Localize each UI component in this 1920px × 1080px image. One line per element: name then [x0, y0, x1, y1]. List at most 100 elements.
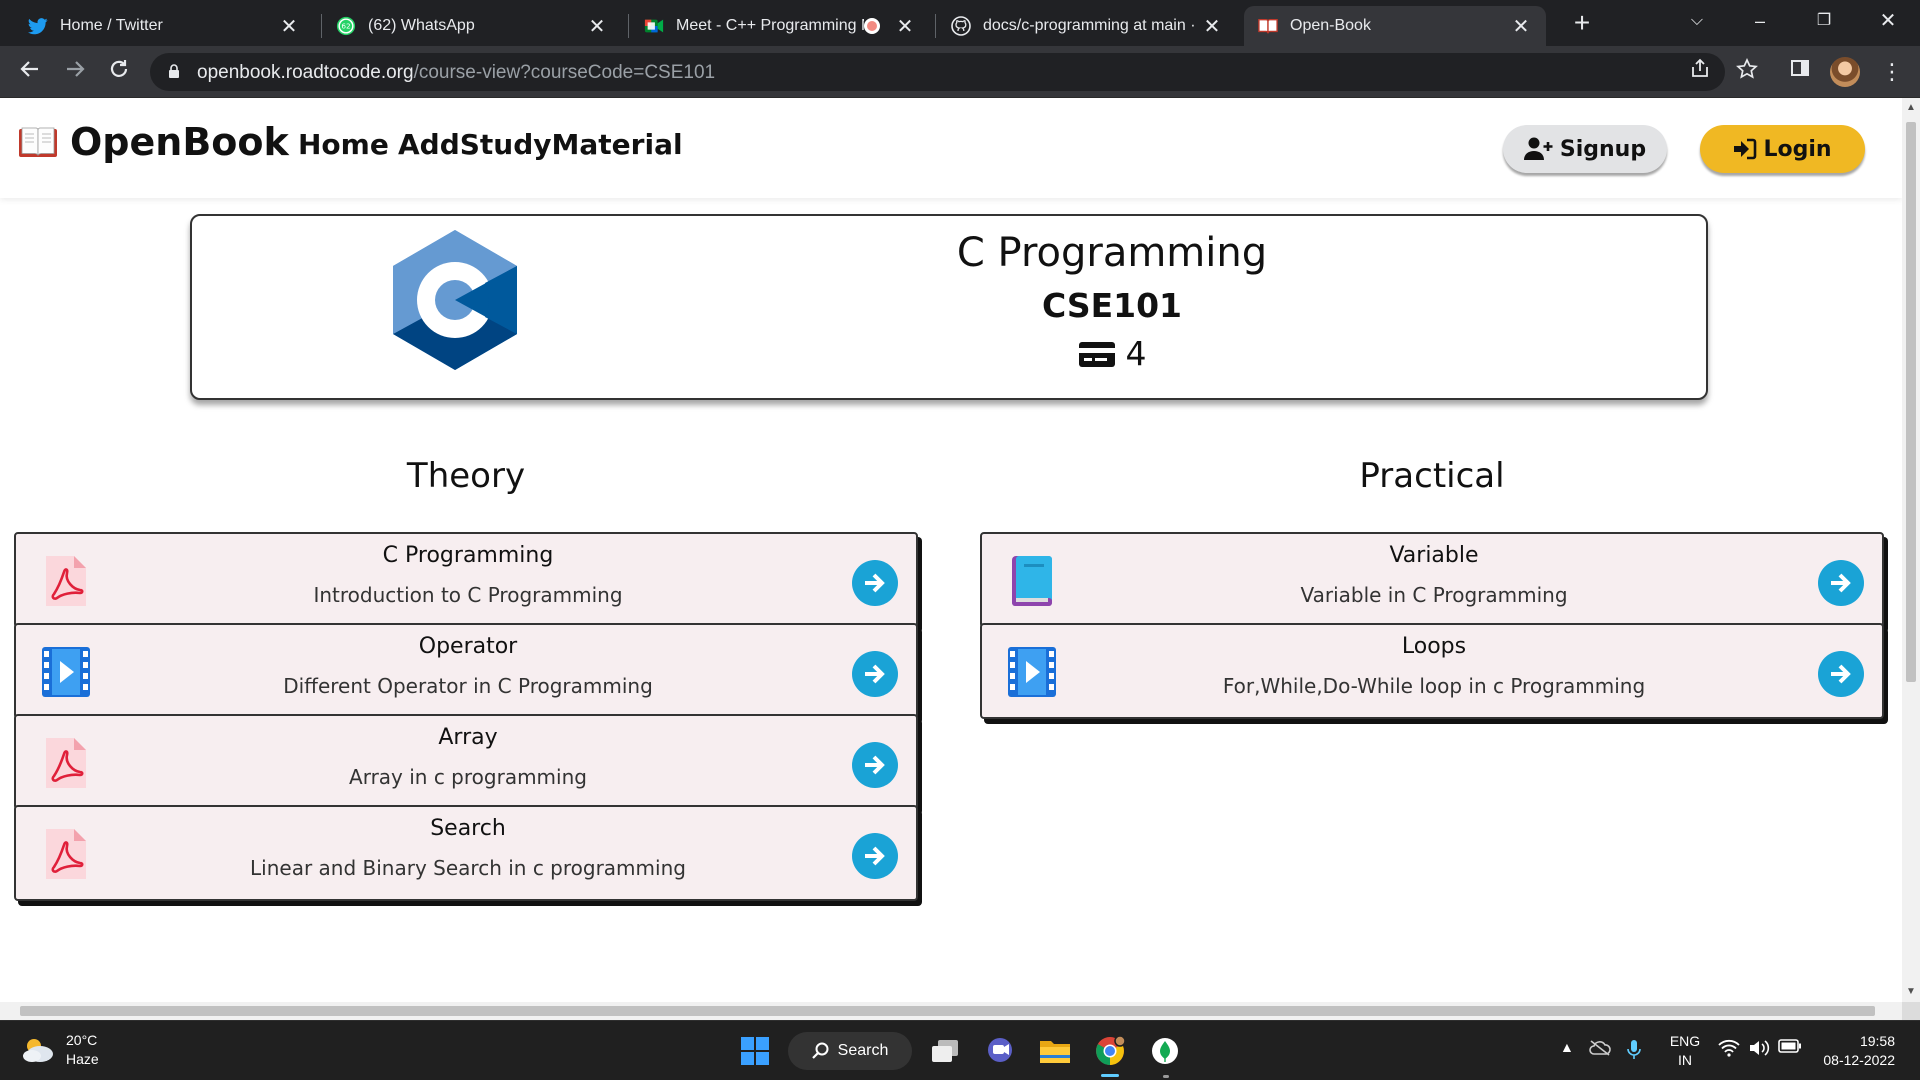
card-title: Operator — [418, 634, 518, 659]
tab-title: Home / Twitter — [60, 17, 163, 34]
c-language-logo — [389, 228, 521, 372]
tab-title: Open-Book — [1290, 17, 1371, 34]
tab-google-meet[interactable]: Meet - C++ Programming N ✕ — [630, 6, 930, 46]
site-navbar: OpenBook Home AddStudyMaterial Signup Lo… — [0, 98, 1902, 198]
credit-card-icon — [1078, 341, 1115, 367]
address-bar[interactable]: openbook.roadtocode.org/course-view?cour… — [150, 53, 1725, 91]
windows-logo-icon — [741, 1037, 769, 1065]
minimize-button[interactable]: – — [1740, 6, 1780, 36]
weather-widget[interactable]: 20°C Haze — [20, 1031, 99, 1069]
google-meet-icon — [644, 16, 664, 36]
bookmark-star-icon[interactable] — [1733, 57, 1761, 86]
side-panel-icon[interactable] — [1786, 58, 1814, 86]
theory-heading: Theory — [406, 456, 526, 496]
teams-chat-icon[interactable] — [982, 1033, 1018, 1069]
weather-condition: Haze — [66, 1051, 99, 1067]
horizontal-scroll-thumb[interactable] — [20, 1006, 1875, 1016]
theory-card-search[interactable]: Search Linear and Binary Search in c pro… — [14, 805, 918, 901]
vertical-scroll-thumb[interactable] — [1906, 122, 1916, 682]
signup-label: Signup — [1559, 136, 1647, 162]
login-button[interactable]: Login — [1700, 125, 1865, 173]
scroll-corner — [1902, 1002, 1920, 1020]
practical-heading: Practical — [1359, 456, 1505, 496]
brand[interactable]: OpenBook — [18, 120, 289, 164]
taskbar-search-label: Search — [837, 1042, 889, 1059]
weather-temp: 20°C — [66, 1032, 98, 1048]
credits-value: 4 — [1125, 334, 1147, 373]
microphone-icon[interactable] — [1627, 1039, 1641, 1066]
search-icon — [811, 1042, 829, 1059]
whatsapp-icon: 62 — [336, 16, 356, 36]
tab-close-icon[interactable]: ✕ — [894, 14, 916, 39]
battery-icon[interactable] — [1778, 1039, 1802, 1058]
signup-button[interactable]: Signup — [1503, 125, 1667, 173]
card-title: Loops — [1401, 634, 1467, 659]
volume-icon[interactable] — [1748, 1039, 1770, 1062]
arrow-right-icon — [865, 573, 885, 593]
practical-card-variable[interactable]: Variable Variable in C Programming — [980, 532, 1884, 628]
tab-twitter[interactable]: Home / Twitter ✕ — [14, 6, 314, 46]
share-icon[interactable] — [1686, 58, 1714, 86]
system-clock[interactable]: 19:58 08-12-2022 — [1815, 1032, 1895, 1070]
sign-in-icon — [1734, 138, 1757, 160]
scroll-down-arrow-icon[interactable]: ▼ — [1906, 986, 1916, 997]
windows-taskbar: 20°C Haze Search ▲ ENG IN 19:58 08-12-20… — [0, 1020, 1920, 1080]
chrome-taskbar-icon[interactable] — [1092, 1033, 1128, 1069]
theory-card-array[interactable]: Array Array in c programming — [14, 714, 918, 810]
card-title: Search — [430, 816, 506, 841]
github-icon — [951, 16, 971, 36]
tab-github[interactable]: docs/c-programming at main · r ✕ — [937, 6, 1237, 46]
open-arrow-button[interactable] — [852, 651, 898, 697]
onedrive-offline-icon[interactable] — [1588, 1039, 1612, 1062]
card-subtitle: For,While,Do-While loop in c Programming — [1222, 674, 1646, 698]
recording-icon — [864, 18, 880, 34]
tab-close-icon[interactable]: ✕ — [1201, 14, 1223, 39]
back-button[interactable] — [16, 58, 44, 86]
open-arrow-button[interactable] — [852, 560, 898, 606]
start-button[interactable] — [737, 1033, 773, 1069]
open-arrow-button[interactable] — [852, 833, 898, 879]
nav-home-link[interactable]: Home — [298, 128, 389, 161]
lock-icon — [168, 64, 180, 78]
reload-button[interactable] — [105, 58, 133, 86]
arrow-right-icon — [865, 846, 885, 866]
language-indicator[interactable]: ENG IN — [1668, 1032, 1702, 1070]
tab-close-icon[interactable]: ✕ — [278, 14, 300, 39]
vertical-scrollbar[interactable]: ▲ ▼ — [1902, 98, 1920, 1002]
tab-close-icon[interactable]: ✕ — [586, 14, 608, 39]
file-explorer-icon[interactable] — [1037, 1033, 1073, 1069]
taskbar-search[interactable]: Search — [788, 1032, 912, 1070]
task-view-icon[interactable] — [927, 1033, 963, 1069]
mongodb-compass-icon[interactable] — [1147, 1033, 1183, 1069]
region-code: IN — [1678, 1052, 1692, 1068]
scroll-up-arrow-icon[interactable]: ▲ — [1906, 102, 1916, 113]
tab-separator — [935, 14, 936, 38]
tab-close-icon[interactable]: ✕ — [1510, 14, 1532, 39]
tab-whatsapp[interactable]: 62 (62) WhatsApp ✕ — [322, 6, 622, 46]
practical-card-loops[interactable]: Loops For,While,Do-While loop in c Progr… — [980, 623, 1884, 719]
open-arrow-button[interactable] — [1818, 560, 1864, 606]
browser-menu-icon[interactable]: ⋮ — [1878, 58, 1906, 86]
mongodb-running-indicator — [1163, 1075, 1169, 1078]
profile-avatar[interactable] — [1830, 57, 1860, 87]
wifi-icon[interactable] — [1718, 1039, 1740, 1062]
restore-button[interactable]: ❐ — [1804, 6, 1844, 36]
open-arrow-button[interactable] — [1818, 651, 1864, 697]
theory-card-operator[interactable]: Operator Different Operator in C Program… — [14, 623, 918, 719]
forward-button[interactable] — [61, 58, 89, 86]
arrow-right-icon — [865, 664, 885, 684]
nav-add-study-material-link[interactable]: AddStudyMaterial — [398, 128, 683, 161]
new-tab-button[interactable]: + — [1566, 8, 1598, 40]
web-page: OpenBook Home AddStudyMaterial Signup Lo… — [0, 98, 1902, 1002]
arrow-right-icon — [1831, 573, 1851, 593]
theory-card-c-programming[interactable]: C Programming Introduction to C Programm… — [14, 532, 918, 628]
card-subtitle: Array in c programming — [349, 765, 587, 789]
close-window-button[interactable]: ✕ — [1868, 6, 1908, 36]
open-arrow-button[interactable] — [852, 742, 898, 788]
course-credits: 4 — [832, 334, 1392, 373]
tab-open-book[interactable]: Open-Book ✕ — [1244, 6, 1546, 46]
tab-search-chevron-icon[interactable]: ⌵ — [1677, 6, 1717, 36]
clock-date: 08-12-2022 — [1823, 1052, 1895, 1068]
horizontal-scrollbar[interactable] — [0, 1002, 1902, 1020]
show-hidden-icons-chevron[interactable]: ▲ — [1560, 1039, 1574, 1055]
